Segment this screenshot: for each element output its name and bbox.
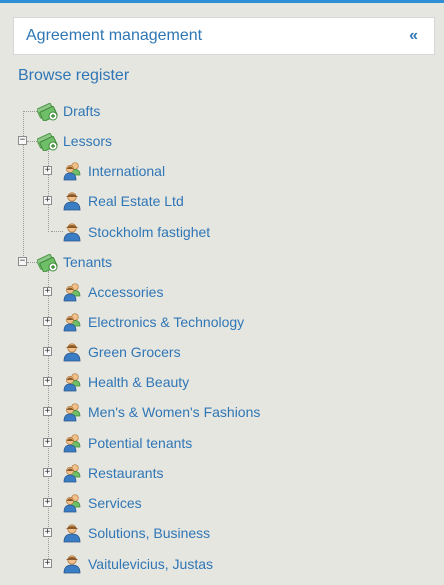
tree-node-label[interactable]: Drafts bbox=[63, 103, 100, 119]
tree-node-tenant[interactable]: Vaitulevicius, Justas bbox=[62, 553, 213, 575]
user-group-icon bbox=[63, 283, 81, 302]
expand-toggle-icon[interactable]: + bbox=[43, 498, 52, 507]
user-group-icon bbox=[63, 373, 81, 392]
tree-node-label[interactable]: Stockholm fastighet bbox=[88, 224, 210, 240]
tree-node-label[interactable]: Real Estate Ltd bbox=[88, 193, 184, 209]
tree-node-tenant[interactable]: Potential tenants bbox=[62, 432, 192, 454]
agreements-icon bbox=[37, 132, 59, 151]
tree-node-label[interactable]: Lessors bbox=[63, 133, 112, 149]
user-group-icon bbox=[63, 494, 81, 513]
tree-node-label[interactable]: Green Grocers bbox=[88, 344, 181, 360]
tree-node-lessor[interactable]: International bbox=[62, 160, 165, 182]
expand-toggle-icon[interactable]: + bbox=[43, 438, 52, 447]
user-group-icon bbox=[63, 313, 81, 332]
tree-node-label[interactable]: Solutions, Business bbox=[88, 525, 210, 541]
expand-toggle-icon[interactable]: + bbox=[43, 166, 52, 175]
user-icon bbox=[63, 555, 81, 574]
user-icon bbox=[63, 343, 81, 362]
user-group-icon bbox=[63, 434, 81, 453]
expand-toggle-icon[interactable]: + bbox=[43, 559, 52, 568]
expand-toggle-icon[interactable]: + bbox=[43, 528, 52, 537]
expand-toggle-icon[interactable]: + bbox=[43, 468, 52, 477]
collapse-toggle-icon[interactable]: − bbox=[18, 136, 27, 145]
expand-toggle-icon[interactable]: + bbox=[43, 317, 52, 326]
tree-node-lessor[interactable]: Stockholm fastighet bbox=[62, 221, 210, 243]
tree-node-tenants[interactable]: Tenants bbox=[37, 251, 112, 273]
expand-toggle-icon[interactable]: + bbox=[43, 377, 52, 386]
collapse-toggle-icon[interactable]: − bbox=[18, 257, 27, 266]
tree-node-tenant[interactable]: Green Grocers bbox=[62, 341, 181, 363]
expand-toggle-icon[interactable]: + bbox=[43, 407, 52, 416]
user-group-icon bbox=[63, 403, 81, 422]
tree-node-label[interactable]: Tenants bbox=[63, 254, 112, 270]
user-icon bbox=[63, 192, 81, 211]
tree-node-tenant[interactable]: Electronics & Technology bbox=[62, 311, 244, 333]
tree-node-label[interactable]: Potential tenants bbox=[88, 435, 192, 451]
tree-node-label[interactable]: Health & Beauty bbox=[88, 374, 189, 390]
tree-node-tenant[interactable]: Accessories bbox=[62, 281, 163, 303]
user-icon bbox=[63, 524, 81, 543]
tree-node-label[interactable]: Men's & Women's Fashions bbox=[88, 404, 260, 420]
tree-node-label[interactable]: Accessories bbox=[88, 284, 163, 300]
tree-node-label[interactable]: Electronics & Technology bbox=[88, 314, 244, 330]
tree-node-label[interactable]: Restaurants bbox=[88, 465, 163, 481]
register-tree: Drafts − Lessors + International + Real … bbox=[0, 0, 444, 585]
expand-toggle-icon[interactable]: + bbox=[43, 347, 52, 356]
agreements-icon bbox=[37, 102, 59, 121]
user-group-icon bbox=[63, 162, 81, 181]
tree-node-tenant[interactable]: Health & Beauty bbox=[62, 371, 189, 393]
tree-node-lessors[interactable]: Lessors bbox=[37, 130, 112, 152]
expand-toggle-icon[interactable]: + bbox=[43, 196, 52, 205]
tree-node-label[interactable]: Services bbox=[88, 495, 142, 511]
tree-node-label[interactable]: International bbox=[88, 163, 165, 179]
expand-toggle-icon[interactable]: + bbox=[43, 287, 52, 296]
tree-node-lessor[interactable]: Real Estate Ltd bbox=[62, 190, 184, 212]
tree-node-drafts[interactable]: Drafts bbox=[37, 100, 100, 122]
tree-node-tenant[interactable]: Men's & Women's Fashions bbox=[62, 401, 260, 423]
agreements-icon bbox=[37, 253, 59, 272]
tree-node-label[interactable]: Vaitulevicius, Justas bbox=[88, 556, 213, 572]
tree-node-tenant[interactable]: Solutions, Business bbox=[62, 522, 210, 544]
user-group-icon bbox=[63, 464, 81, 483]
tree-node-tenant[interactable]: Restaurants bbox=[62, 462, 163, 484]
user-icon bbox=[63, 223, 81, 242]
tree-node-tenant[interactable]: Services bbox=[62, 492, 142, 514]
